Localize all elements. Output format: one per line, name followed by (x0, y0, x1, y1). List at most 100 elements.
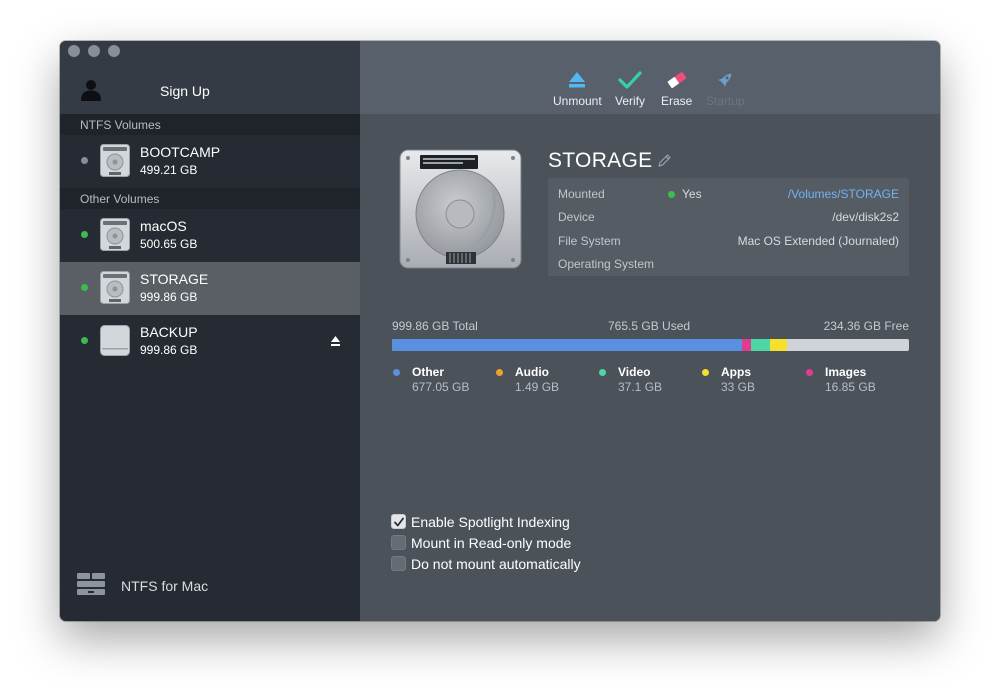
legend-dot (702, 369, 709, 376)
usage-bar (392, 339, 909, 351)
sidebar-footer: NTFS for Mac (60, 569, 360, 609)
legend-size: 33 GB (721, 380, 756, 394)
sign-up-link[interactable]: Sign Up (160, 83, 210, 99)
info-row-file-system: File System Mac OS Extended (Journaled) (558, 234, 899, 252)
info-row-operating-system: Operating System (558, 257, 899, 275)
mounted-value: Yes (682, 187, 702, 201)
usage-segment-apps (770, 339, 787, 351)
file-system-value: Mac OS Extended (Journaled) (737, 234, 899, 248)
file-system-label: File System (558, 234, 621, 248)
checkbox-box[interactable] (391, 514, 406, 529)
volume-name: STORAGE (140, 271, 209, 287)
zoom-window-button[interactable] (108, 45, 120, 57)
mount-path-link[interactable]: /Volumes/STORAGE (788, 187, 899, 201)
status-dot (81, 231, 88, 238)
volume-item-bootcamp[interactable]: BOOTCAMP 499.21 GB (60, 135, 360, 188)
section-label-other-volumes: Other Volumes (60, 188, 360, 209)
volume-size: 999.86 GB (140, 290, 198, 304)
eject-icon[interactable] (331, 336, 340, 346)
legend-size: 37.1 GB (618, 380, 663, 394)
volume-size: 500.65 GB (140, 237, 198, 251)
volume-item-storage[interactable]: STORAGE 999.86 GB (60, 262, 360, 315)
sidebar-header: Sign Up (60, 41, 360, 114)
checkbox-box[interactable] (391, 535, 406, 550)
info-row-device: Device /dev/disk2s2 (558, 210, 899, 228)
info-row-mounted: Mounted Yes /Volumes/STORAGE (558, 187, 899, 205)
checkbox-label: Mount in Read-only mode (411, 535, 572, 551)
unmount-label: Unmount (553, 94, 602, 108)
verify-label: Verify (615, 94, 646, 108)
hard-drive-icon (399, 149, 522, 269)
ntfs-logo-icon (77, 573, 105, 595)
window-controls (68, 45, 120, 57)
mounted-status-dot (668, 191, 675, 198)
device-label: Device (558, 210, 595, 224)
legend-name: Video (618, 365, 651, 379)
checkbox-label: Enable Spotlight Indexing (411, 514, 570, 530)
legend-size: 16.85 GB (825, 380, 876, 394)
mounted-label: Mounted (558, 187, 605, 201)
external-drive-icon (100, 325, 130, 356)
app-brand-name: NTFS for Mac (121, 578, 209, 594)
spotlight-indexing-checkbox[interactable]: Enable Spotlight Indexing (391, 513, 651, 531)
startup-button[interactable]: Startup (706, 71, 745, 108)
usage-free: 234.36 GB Free (823, 319, 909, 333)
sidebar: Sign Up NTFS Volumes BOOTCAMP 499.21 GB … (60, 41, 360, 621)
legend-dot (496, 369, 503, 376)
volume-title: STORAGE (548, 149, 653, 172)
volume-item-macos[interactable]: macOS 500.65 GB (60, 209, 360, 262)
checkbox-box[interactable] (391, 556, 406, 571)
startup-label: Startup (706, 94, 745, 108)
rocket-icon (718, 73, 732, 88)
app-window: Sign Up NTFS Volumes BOOTCAMP 499.21 GB … (60, 41, 940, 621)
hard-drive-icon (100, 271, 130, 304)
checkmark-icon (618, 71, 642, 89)
user-icon[interactable] (81, 79, 101, 101)
legend-name: Audio (515, 365, 549, 379)
usage-segment-video (751, 339, 770, 351)
read-only-mode-checkbox[interactable]: Mount in Read-only mode (391, 534, 651, 552)
legend-dot (599, 369, 606, 376)
pencil-icon[interactable] (657, 153, 672, 168)
minimize-window-button[interactable] (88, 45, 100, 57)
status-dot (81, 157, 88, 164)
operating-system-label: Operating System (558, 257, 655, 271)
volume-info-panel: Mounted Yes /Volumes/STORAGE Device /dev… (548, 178, 909, 276)
verify-button[interactable]: Verify (615, 71, 645, 108)
hard-drive-icon (100, 144, 130, 177)
unmount-button[interactable]: Unmount (553, 71, 602, 108)
toolbar: Unmount Verify Erase Startup (360, 41, 940, 114)
legend-name: Apps (721, 365, 751, 379)
volume-name: BACKUP (140, 324, 198, 340)
checkmark-icon (394, 517, 404, 527)
volume-details-pane: STORAGE Mounted Yes /Volumes/STORAGE Dev… (360, 114, 940, 621)
section-label-ntfs-volumes: NTFS Volumes (60, 114, 360, 135)
volume-name: macOS (140, 218, 187, 234)
eraser-icon (667, 71, 686, 89)
status-dot (81, 284, 88, 291)
volume-item-backup[interactable]: BACKUP 999.86 GB (60, 315, 360, 368)
erase-button[interactable]: Erase (661, 71, 692, 108)
usage-segment-other (392, 339, 742, 351)
legend-size: 1.49 GB (515, 380, 560, 394)
status-dot (81, 337, 88, 344)
no-auto-mount-checkbox[interactable]: Do not mount automatically (391, 555, 651, 573)
erase-label: Erase (661, 94, 693, 108)
hard-drive-icon (100, 218, 130, 251)
usage-segment-images (742, 339, 751, 351)
legend-name: Other (412, 365, 445, 379)
legend-size: 677.05 GB (412, 380, 470, 394)
eject-icon (569, 72, 586, 88)
close-window-button[interactable] (68, 45, 80, 57)
checkbox-label: Do not mount automatically (411, 556, 581, 572)
legend-dot (393, 369, 400, 376)
legend-dot (806, 369, 813, 376)
legend-name: Images (825, 365, 867, 379)
volume-size: 499.21 GB (140, 163, 198, 177)
volume-size: 999.86 GB (140, 343, 198, 357)
usage-used: 765.5 GB Used (608, 319, 691, 333)
device-value: /dev/disk2s2 (832, 210, 899, 224)
volume-name: BOOTCAMP (140, 144, 221, 160)
usage-total: 999.86 GB Total (392, 319, 478, 333)
usage-summary: 999.86 GB Total 765.5 GB Used 234.36 GB … (392, 319, 909, 333)
